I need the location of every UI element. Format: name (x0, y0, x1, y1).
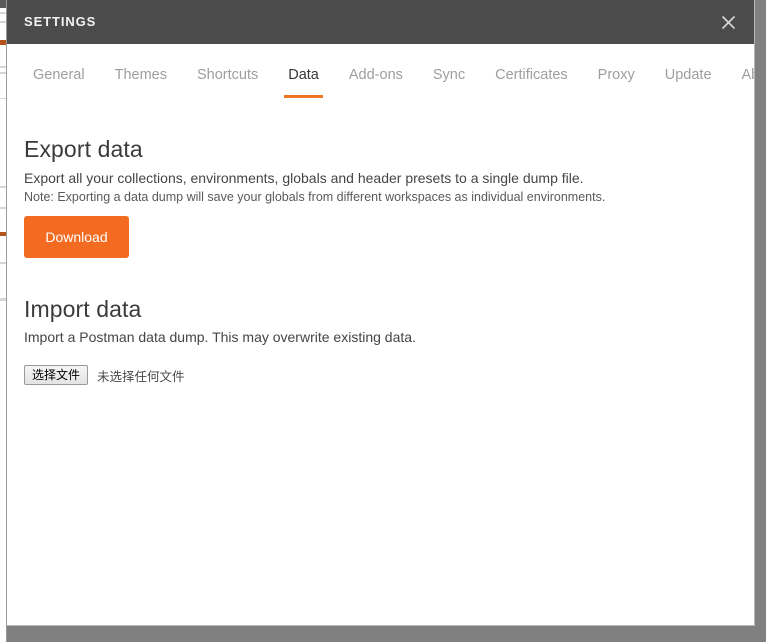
modal-titlebar: SETTINGS (7, 0, 754, 44)
bg-sliver-line-3 (0, 66, 6, 68)
bg-sliver-orange (0, 40, 6, 45)
tab-about[interactable]: About (727, 44, 754, 99)
settings-panel-data: Export data Export all your collections,… (7, 99, 754, 625)
selected-file-status: 未选择任何文件 (97, 368, 185, 384)
tab-proxy[interactable]: Proxy (583, 44, 650, 99)
tab-add-ons[interactable]: Add-ons (334, 44, 418, 99)
import-data-description: Import a Postman data dump. This may ove… (24, 329, 416, 345)
export-data-heading: Export data (24, 136, 143, 162)
tab-sync[interactable]: Sync (418, 44, 480, 99)
close-icon[interactable] (713, 7, 743, 37)
bg-sliver-line-5 (0, 98, 6, 99)
download-button[interactable]: Download (24, 216, 129, 258)
bg-sliver-line-2 (0, 21, 6, 23)
settings-modal: SETTINGS General Themes Shortcuts Data Add-o… (7, 0, 755, 626)
tab-themes[interactable]: Themes (100, 44, 182, 99)
bg-sliver-line-4 (0, 72, 6, 74)
tab-general[interactable]: General (18, 44, 100, 99)
modal-title: SETTINGS (24, 14, 97, 29)
bg-sliver-line-8 (0, 262, 6, 264)
bg-sliver-dark-top (0, 0, 6, 8)
bg-sliver-line-1 (0, 12, 6, 14)
tab-certificates[interactable]: Certificates (480, 44, 583, 99)
import-file-input[interactable]: 选择文件 未选择任何文件 (24, 364, 185, 386)
export-data-description: Export all your collections, environment… (24, 170, 584, 186)
tab-update[interactable]: Update (650, 44, 727, 99)
background-app-edge (0, 0, 7, 642)
bg-sliver-line-6 (0, 186, 6, 188)
choose-file-button[interactable]: 选择文件 (24, 365, 89, 385)
import-data-heading: Import data (24, 296, 142, 322)
bg-sliver-line-9 (0, 298, 6, 301)
tab-shortcuts[interactable]: Shortcuts (182, 44, 273, 99)
bg-sliver-orange-2 (0, 232, 6, 236)
export-data-note: Note: Exporting a data dump will save yo… (24, 190, 606, 204)
tab-data[interactable]: Data (273, 44, 334, 99)
settings-tabstrip: General Themes Shortcuts Data Add-ons Sync Cer… (7, 44, 754, 143)
bg-sliver-line-7 (0, 207, 6, 209)
screen: SETTINGS General Themes Shortcuts Data Add-o… (0, 0, 766, 642)
tab-list: General Themes Shortcuts Data Add-ons Sync Cer… (18, 44, 754, 99)
